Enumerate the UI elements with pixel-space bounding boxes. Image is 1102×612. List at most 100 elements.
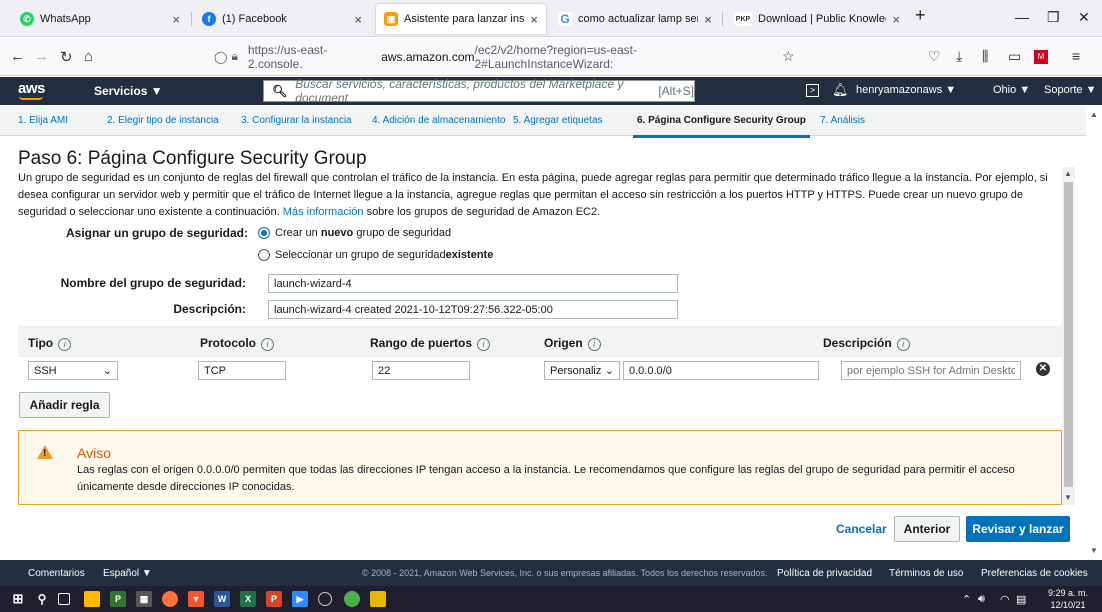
previous-button[interactable]: Anterior	[894, 516, 960, 542]
tray-expand-icon[interactable]: ⌃	[962, 593, 971, 606]
url-bar[interactable]: ◯ 🔒︎ https://us-east-2.console. aws.amazo…	[214, 42, 774, 71]
rule-source-cidr-input[interactable]	[623, 361, 819, 380]
word-icon[interactable]: W	[214, 591, 230, 607]
info-icon[interactable]: i	[587, 338, 601, 351]
excel-icon[interactable]: X	[240, 591, 256, 607]
task-view-icon[interactable]	[58, 593, 70, 605]
home-icon[interactable]: ⌂	[84, 48, 93, 65]
brave-icon[interactable]: ▼	[188, 591, 204, 607]
close-window-icon[interactable]: ✕	[1078, 9, 1090, 26]
rule-port-range-input[interactable]	[372, 361, 470, 380]
step-instance-type[interactable]: 2. Elegir tipo de instancia	[107, 115, 219, 126]
tab-pkp-download[interactable]: PKP Download | Public Knowledge P ×	[726, 4, 908, 34]
sidebar-icon[interactable]: ▭	[1008, 48, 1021, 65]
close-tab-icon[interactable]: ×	[172, 12, 180, 27]
sg-description-input[interactable]	[268, 300, 678, 319]
firefox-icon[interactable]	[162, 591, 178, 607]
more-info-link[interactable]: Más información	[283, 206, 364, 218]
step-storage[interactable]: 4. Adición de almacenamiento	[372, 115, 505, 126]
aws-search-input[interactable]: 🔍︎ Buscar servicios, características, pr…	[263, 77, 695, 105]
reload-icon[interactable]: ↻	[60, 48, 73, 66]
library-icon[interactable]: ⫼	[982, 48, 988, 65]
calculator-icon[interactable]: ▦	[136, 591, 152, 607]
page-scroll-down-icon[interactable]: ▼	[1090, 546, 1098, 555]
scroll-up-icon[interactable]: ▲	[1064, 169, 1072, 178]
language-menu[interactable]: Español ▼	[103, 568, 152, 579]
pinned-app-icon[interactable]	[370, 591, 386, 607]
cloudshell-icon[interactable]: >	[806, 84, 819, 97]
cookies-link[interactable]: Preferencias de cookies	[981, 568, 1088, 579]
rule-type-select[interactable]: SSH ⌄	[28, 361, 118, 380]
privacy-link[interactable]: Política de privacidad	[777, 568, 872, 579]
remove-rule-icon[interactable]: ✕	[1036, 362, 1050, 376]
tab-aws-wizard[interactable]: ▣ Asistente para lanzar instancia | ×	[376, 4, 546, 34]
windows-start-icon[interactable]: ⊞	[10, 591, 26, 607]
project-icon[interactable]: P	[110, 591, 126, 607]
forward-icon[interactable]: →	[34, 48, 49, 65]
scroll-down-icon[interactable]: ▼	[1064, 493, 1072, 502]
aws-logo[interactable]: aws	[18, 80, 45, 97]
back-icon[interactable]: ←	[10, 48, 25, 65]
rule-description-input[interactable]	[841, 361, 1021, 380]
step-security-group[interactable]: 6. Página Configure Security Group	[633, 115, 810, 138]
content-scrollbar[interactable]: ▲ ▼	[1062, 167, 1075, 505]
notifications-icon[interactable]: ▤	[1016, 593, 1026, 606]
volume-icon[interactable]: 🔊︎	[978, 593, 985, 606]
page-scrollbar[interactable]: ▲ ▼	[1086, 106, 1102, 560]
new-tab-icon[interactable]: +	[915, 5, 926, 26]
chrome-icon[interactable]	[344, 591, 360, 607]
file-explorer-icon[interactable]	[84, 591, 100, 607]
info-icon[interactable]: i	[896, 338, 910, 351]
step-tags[interactable]: 5. Agregar etiquetas	[513, 115, 603, 126]
shield-icon[interactable]: ◯	[214, 50, 227, 64]
info-icon[interactable]: i	[477, 338, 491, 351]
rule-source-select[interactable]: Personaliz ⌄	[544, 361, 620, 380]
zoom-icon[interactable]: ▶	[292, 591, 308, 607]
extension-icon[interactable]: M	[1034, 50, 1048, 64]
copyright-text: © 2008 - 2021, Amazon Web Services, Inc.…	[362, 568, 768, 578]
radio-button[interactable]	[258, 249, 270, 261]
minimize-icon[interactable]: —	[1015, 9, 1029, 25]
info-icon[interactable]: i	[261, 338, 274, 351]
system-clock[interactable]: 9:29 a. m. 12/10/21	[1048, 587, 1088, 611]
account-menu[interactable]: henryamazonaws ▼	[856, 84, 956, 96]
feedback-link[interactable]: Comentarios	[28, 568, 85, 579]
close-tab-icon[interactable]: ×	[354, 12, 362, 27]
close-tab-icon[interactable]: ×	[704, 12, 712, 27]
restore-icon[interactable]: ❐	[1047, 9, 1060, 26]
page-scroll-up-icon[interactable]: ▲	[1090, 110, 1098, 119]
info-icon[interactable]: i	[58, 338, 72, 351]
tab-facebook[interactable]: f (1) Facebook ×	[194, 4, 370, 34]
review-and-launch-button[interactable]: Revisar y lanzar	[966, 516, 1070, 542]
radio-create-new[interactable]: Crear un nuevo grupo de seguridad	[258, 227, 451, 239]
sg-name-input[interactable]	[268, 274, 678, 293]
cancel-button[interactable]: Cancelar	[836, 522, 887, 536]
add-rule-button[interactable]: Añadir regla	[19, 392, 110, 418]
close-tab-icon[interactable]: ×	[530, 12, 538, 27]
radio-select-existing[interactable]: Seleccionar un grupo de seguridad existe…	[258, 249, 493, 261]
search-icon[interactable]: ⚲	[34, 591, 50, 607]
radio-button-selected[interactable]	[258, 227, 270, 239]
lock-icon[interactable]: 🔒︎	[231, 49, 237, 64]
support-menu[interactable]: Soporte ▼	[1044, 84, 1096, 96]
region-menu[interactable]: Ohio ▼	[993, 84, 1030, 96]
app-circle-icon[interactable]	[318, 592, 332, 606]
notifications-bell-icon[interactable]: 🔔︎	[832, 82, 849, 98]
tab-google-search[interactable]: G como actualizar lamp server - B ×	[550, 4, 720, 34]
powerpoint-icon[interactable]: P	[266, 591, 282, 607]
terms-link[interactable]: Términos de uso	[889, 568, 963, 579]
step-review[interactable]: 7. Análisis	[820, 115, 865, 126]
step-configure-instance[interactable]: 3. Configurar la instancia	[241, 115, 352, 126]
step-choose-ami[interactable]: 1. Elija AMI	[18, 115, 68, 126]
pocket-icon[interactable]: ♡	[928, 48, 941, 65]
scrollbar-thumb[interactable]	[1064, 182, 1073, 487]
rule-protocol-input[interactable]	[198, 361, 286, 380]
close-tab-icon[interactable]: ×	[892, 12, 900, 27]
tab-whatsapp[interactable]: ✆ WhatsApp ×	[12, 4, 188, 34]
wifi-icon[interactable]: ◠	[1000, 593, 1010, 606]
download-icon[interactable]: ⤓	[956, 48, 962, 65]
menu-icon[interactable]: ≡	[1072, 48, 1080, 64]
bookmark-star-icon[interactable]: ☆	[782, 48, 795, 65]
radio-label-part: Crear un	[275, 227, 318, 239]
services-menu[interactable]: Servicios ▼	[94, 84, 163, 98]
